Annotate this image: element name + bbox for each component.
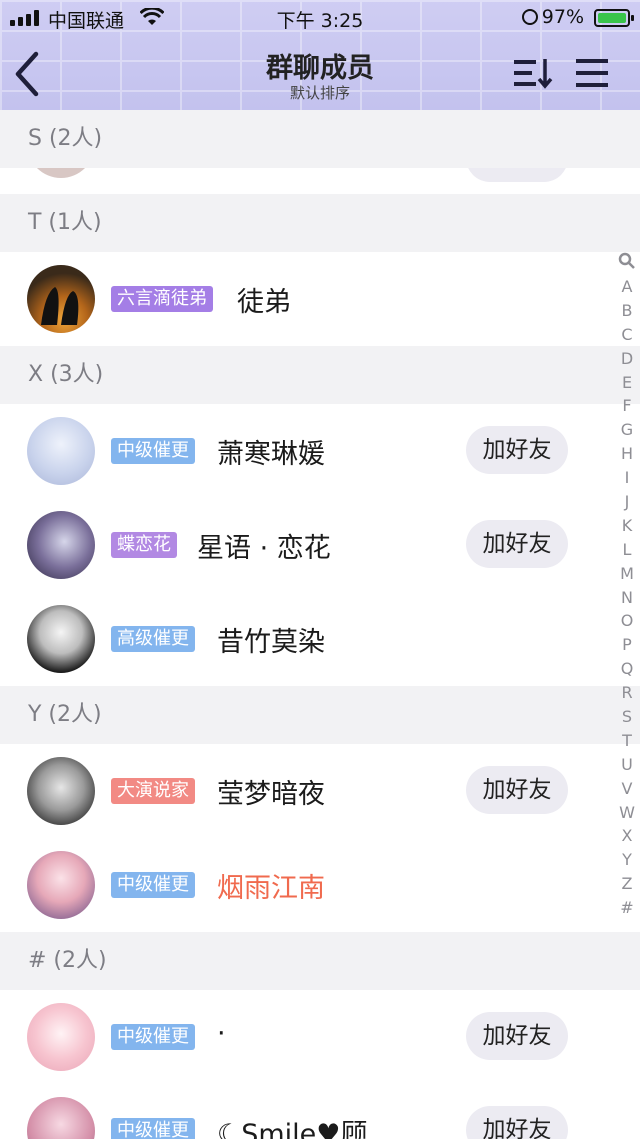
section-header-t: T (1人) xyxy=(0,194,640,252)
member-badge: 中级催更 xyxy=(111,872,195,898)
member-badge: 中级催更 xyxy=(111,1118,195,1139)
menu-icon[interactable] xyxy=(574,56,610,90)
avatar[interactable] xyxy=(27,1097,95,1139)
index-letter[interactable]: K xyxy=(614,514,640,538)
index-letter[interactable]: I xyxy=(614,466,640,490)
avatar[interactable] xyxy=(27,265,95,333)
index-letter[interactable]: E xyxy=(614,371,640,395)
member-row-partial[interactable] xyxy=(0,168,640,194)
avatar[interactable] xyxy=(27,757,95,825)
avatar[interactable] xyxy=(27,1003,95,1071)
member-badge: 中级催更 xyxy=(111,1024,195,1050)
member-name: 昔竹莫染 xyxy=(217,627,325,658)
member-row[interactable]: 大演说家 莹梦暗夜 加好友 xyxy=(0,744,640,838)
index-letter[interactable]: B xyxy=(614,299,640,323)
index-letter[interactable]: X xyxy=(614,824,640,848)
member-row[interactable]: 中级催更 萧寒琳媛 加好友 xyxy=(0,404,640,498)
member-badge: 大演说家 xyxy=(111,778,195,804)
sort-icon[interactable] xyxy=(512,56,554,90)
avatar[interactable] xyxy=(27,168,95,178)
member-row[interactable]: 高级催更 昔竹莫染 xyxy=(0,592,640,686)
alphabet-index[interactable]: A B C D E F G H I J K L M N O P Q R S T U V W X Y Z # xyxy=(614,275,640,920)
section-header-hash: # (2人) xyxy=(0,932,640,990)
avatar[interactable] xyxy=(27,605,95,673)
member-name: 烟雨江南 xyxy=(217,873,325,904)
index-letter[interactable]: Y xyxy=(614,848,640,872)
member-name: 徒弟 xyxy=(237,287,291,318)
index-letter[interactable]: G xyxy=(614,418,640,442)
member-row[interactable]: 蝶恋花 星语 · 恋花 加好友 xyxy=(0,498,640,592)
add-friend-button[interactable]: 加好友 xyxy=(466,1012,568,1060)
header: 中国联通 下午 3:25 97% 群聊成员 默认排序 xyxy=(0,0,640,110)
index-letter[interactable]: D xyxy=(614,347,640,371)
member-row[interactable]: 六言滴徒弟 徒弟 xyxy=(0,252,640,346)
index-search-icon[interactable] xyxy=(618,252,636,270)
battery-icon xyxy=(594,9,634,27)
member-row[interactable]: 中级催更 ☾Smile♥顾… 加好友 xyxy=(0,1084,640,1139)
section-header-y: Y (2人) xyxy=(0,686,640,744)
battery-percent: 97% xyxy=(541,6,584,28)
add-friend-button[interactable]: 加好友 xyxy=(466,426,568,474)
member-badge: 高级催更 xyxy=(111,626,195,652)
index-letter[interactable]: S xyxy=(614,705,640,729)
section-header-x: X (3人) xyxy=(0,346,640,404)
member-badge: 中级催更 xyxy=(111,438,195,464)
member-badge: 蝶恋花 xyxy=(111,532,177,558)
index-letter[interactable]: N xyxy=(614,586,640,610)
index-letter[interactable]: W xyxy=(614,801,640,825)
index-letter[interactable]: Q xyxy=(614,657,640,681)
index-letter[interactable]: L xyxy=(614,538,640,562)
index-letter[interactable]: V xyxy=(614,777,640,801)
member-name: 星语 · 恋花 xyxy=(197,533,331,564)
member-name: ☾Smile♥顾… xyxy=(217,1119,395,1139)
index-letter[interactable]: P xyxy=(614,633,640,657)
member-name: 莹梦暗夜 xyxy=(217,779,325,810)
index-letter[interactable]: Z xyxy=(614,872,640,896)
member-name: · xyxy=(217,1018,226,1049)
index-letter[interactable]: M xyxy=(614,562,640,586)
add-friend-button[interactable]: 加好友 xyxy=(466,766,568,814)
avatar[interactable] xyxy=(27,851,95,919)
member-badge: 六言滴徒弟 xyxy=(111,286,213,312)
index-letter[interactable]: F xyxy=(614,394,640,418)
index-letter[interactable]: J xyxy=(614,490,640,514)
section-header-s: S (2人) xyxy=(0,110,640,168)
member-row[interactable]: 中级催更 烟雨江南 xyxy=(0,838,640,932)
index-letter[interactable]: A xyxy=(614,275,640,299)
rotation-lock-icon xyxy=(522,9,538,25)
index-letter[interactable]: O xyxy=(614,609,640,633)
index-letter[interactable]: U xyxy=(614,753,640,777)
add-friend-button-partial[interactable] xyxy=(466,168,568,182)
status-bar: 中国联通 下午 3:25 97% xyxy=(0,0,640,36)
index-letter[interactable]: T xyxy=(614,729,640,753)
member-row[interactable]: 中级催更 · 加好友 xyxy=(0,990,640,1084)
avatar[interactable] xyxy=(27,417,95,485)
index-letter[interactable]: C xyxy=(614,323,640,347)
index-letter[interactable]: H xyxy=(614,442,640,466)
add-friend-button[interactable]: 加好友 xyxy=(466,1106,568,1139)
index-letter[interactable]: R xyxy=(614,681,640,705)
index-letter[interactable]: # xyxy=(614,896,640,920)
member-name: 萧寒琳媛 xyxy=(217,439,325,470)
add-friend-button[interactable]: 加好友 xyxy=(466,520,568,568)
avatar[interactable] xyxy=(27,511,95,579)
